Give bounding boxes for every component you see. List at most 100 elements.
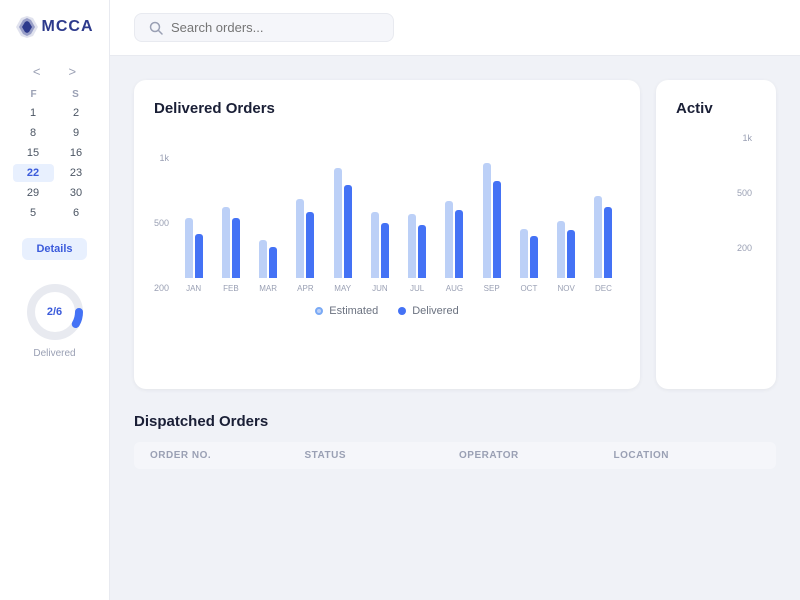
bar-estimated bbox=[445, 201, 453, 278]
col-status: STATUS bbox=[305, 450, 452, 461]
bar-group: SEP bbox=[475, 158, 508, 293]
bar-delivered bbox=[493, 181, 501, 278]
bar-delivered bbox=[306, 212, 314, 278]
dispatched-section: Dispatched Orders ORDER NO. STATUS OPERA… bbox=[134, 413, 776, 469]
bar-group: MAY bbox=[326, 158, 359, 293]
col-operator: OPERATOR bbox=[459, 450, 606, 461]
bar-month-label: DEC bbox=[595, 284, 612, 293]
bar-estimated bbox=[408, 214, 416, 278]
col-order-no: ORDER NO. bbox=[150, 450, 297, 461]
bar-estimated bbox=[520, 229, 528, 279]
bar-estimated bbox=[259, 240, 267, 279]
legend-dot-delivered bbox=[398, 307, 406, 315]
topbar bbox=[110, 0, 800, 56]
cal-day[interactable]: 16 bbox=[56, 144, 97, 162]
bar-delivered bbox=[269, 247, 277, 278]
sidebar: MCCA < > F S 128915162223293056 Details … bbox=[0, 0, 110, 600]
cal-day[interactable]: 6 bbox=[56, 204, 97, 222]
delivered-orders-card: Delivered Orders 1k 500 200 JANFEB MAR APR… bbox=[134, 80, 640, 389]
logo-icon bbox=[16, 16, 38, 38]
next-month-button[interactable]: > bbox=[65, 62, 81, 81]
bar-estimated bbox=[334, 168, 342, 278]
bar-delivered bbox=[195, 234, 203, 278]
bar-group: APR bbox=[289, 158, 322, 293]
active-bar-delivered bbox=[713, 331, 723, 373]
bar-group: JUN bbox=[363, 158, 396, 293]
legend-estimated-label: Estimated bbox=[329, 305, 378, 317]
prev-month-button[interactable]: < bbox=[29, 62, 45, 81]
donut-label: Delivered bbox=[33, 348, 75, 359]
bar-month-label: SEP bbox=[484, 284, 500, 293]
legend-dot-estimated bbox=[315, 307, 323, 315]
active-bar-estimated bbox=[701, 324, 711, 374]
bars-container: JANFEB MAR APR MAY JUN JUL AUG SEP OCT NOV DEC bbox=[177, 153, 620, 293]
donut-area: 2/6 Delivered bbox=[23, 280, 87, 359]
active-y-200: 200 bbox=[737, 243, 752, 253]
logo: MCCA bbox=[4, 16, 106, 38]
calendar-nav: < > bbox=[29, 62, 80, 81]
main-content: Delivered Orders 1k 500 200 JANFEB MAR APR… bbox=[110, 0, 800, 600]
search-icon bbox=[149, 21, 163, 35]
calendar-grid: 128915162223293056 bbox=[13, 104, 97, 222]
active-bar-estimated bbox=[726, 285, 736, 373]
charts-row: Delivered Orders 1k 500 200 JANFEB MAR APR… bbox=[134, 80, 776, 389]
cal-day[interactable]: 15 bbox=[13, 144, 54, 162]
bar-month-label: AUG bbox=[446, 284, 463, 293]
cal-day[interactable]: 8 bbox=[13, 124, 54, 142]
bar-estimated bbox=[296, 199, 304, 278]
bar-month-label: NOV bbox=[557, 284, 574, 293]
bar-estimated bbox=[222, 207, 230, 279]
bar-delivered bbox=[232, 218, 240, 279]
bar-month-label: APR bbox=[297, 284, 313, 293]
active-bar-group bbox=[726, 253, 748, 373]
bar-group: MAR bbox=[252, 158, 285, 293]
bar-month-label: MAY bbox=[334, 284, 351, 293]
logo-text: MCCA bbox=[42, 18, 94, 36]
delivered-bar-chart: 1k 500 200 JANFEB MAR APR MAY JUN JUL AUG SEP OC… bbox=[154, 133, 620, 293]
cal-day[interactable]: 22 bbox=[13, 164, 54, 182]
table-header: ORDER NO. STATUS OPERATOR LOCATION bbox=[134, 442, 776, 469]
active-bar-delivered bbox=[688, 307, 698, 373]
active-bar-estimated bbox=[676, 296, 686, 373]
bar-delivered bbox=[567, 230, 575, 278]
cal-day[interactable]: 1 bbox=[13, 104, 54, 122]
cal-day[interactable]: 29 bbox=[13, 184, 54, 202]
chart-legend: Estimated Delivered bbox=[154, 305, 620, 317]
active-bar-group bbox=[676, 253, 698, 373]
bar-delivered bbox=[344, 185, 352, 279]
bar-month-label: OCT bbox=[520, 284, 537, 293]
active-y-labels: 1k 500 200 bbox=[676, 133, 752, 253]
active-bar-delivered bbox=[738, 296, 748, 373]
content-area: Delivered Orders 1k 500 200 JANFEB MAR APR… bbox=[110, 56, 800, 600]
bar-estimated bbox=[557, 221, 565, 278]
bar-month-label: JUL bbox=[410, 284, 424, 293]
y-axis-labels: 1k 500 200 bbox=[154, 153, 169, 293]
legend-delivered: Delivered bbox=[398, 305, 458, 317]
cal-day[interactable]: 2 bbox=[56, 104, 97, 122]
active-bars bbox=[676, 253, 756, 373]
cal-header-s: S bbox=[55, 89, 97, 100]
bar-group: OCT bbox=[512, 158, 545, 293]
search-wrap[interactable] bbox=[134, 13, 394, 42]
calendar: F S 128915162223293056 bbox=[13, 89, 97, 222]
bar-group: FEB bbox=[214, 158, 247, 293]
active-chart-card: Activ 1k 500 200 bbox=[656, 80, 776, 389]
y-label-1k: 1k bbox=[160, 153, 170, 163]
active-chart-title: Activ bbox=[676, 100, 756, 117]
search-input[interactable] bbox=[171, 20, 379, 35]
col-location: LOCATION bbox=[614, 450, 761, 461]
legend-estimated: Estimated bbox=[315, 305, 378, 317]
bar-delivered bbox=[418, 225, 426, 278]
details-button[interactable]: Details bbox=[22, 238, 86, 260]
cal-day[interactable]: 9 bbox=[56, 124, 97, 142]
cal-day[interactable]: 23 bbox=[56, 164, 97, 182]
delivered-chart-title: Delivered Orders bbox=[154, 100, 620, 117]
cal-day[interactable]: 30 bbox=[56, 184, 97, 202]
dispatched-title: Dispatched Orders bbox=[134, 413, 776, 430]
calendar-header: F S bbox=[13, 89, 97, 100]
bar-group: JAN bbox=[177, 158, 210, 293]
cal-day[interactable]: 5 bbox=[13, 204, 54, 222]
legend-delivered-label: Delivered bbox=[412, 305, 458, 317]
bar-month-label: MAR bbox=[259, 284, 277, 293]
bar-group: JUL bbox=[401, 158, 434, 293]
